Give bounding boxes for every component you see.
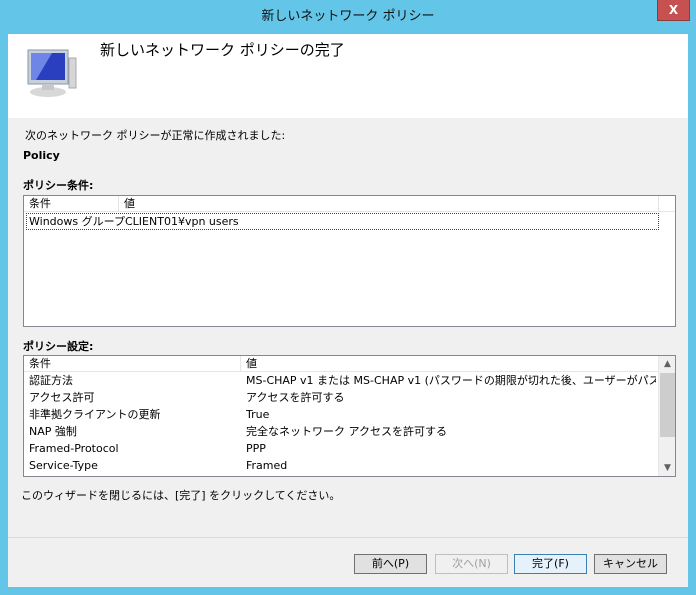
close-hint: このウィザードを閉じるには、[完了] をクリックしてください。 [21, 489, 341, 502]
table-row[interactable]: Service-Type Framed [24, 458, 659, 475]
list-header: 条件 値 [24, 196, 675, 212]
cell-value: MS-CHAP v1 または MS-CHAP v1 (パスワードの期限が切れた後… [246, 374, 656, 387]
cell-condition: 非準拠クライアントの更新 [29, 408, 161, 421]
page-title: 新しいネットワーク ポリシーの完了 [100, 41, 345, 59]
divider [8, 537, 688, 538]
cancel-button[interactable]: キャンセル [594, 554, 667, 574]
settings-list[interactable]: 条件 値 認証方法 MS-CHAP v1 または MS-CHAP v1 (パスワー… [23, 355, 676, 477]
settings-label: ポリシー設定: [23, 340, 94, 353]
next-button[interactable]: 次へ(N) [435, 554, 508, 574]
column-header-condition[interactable]: 条件 [29, 196, 51, 212]
cell-condition: Windows グループ [29, 215, 125, 228]
column-header-value[interactable]: 値 [246, 356, 257, 372]
table-row[interactable]: 認証方法 MS-CHAP v1 または MS-CHAP v1 (パスワードの期限が… [24, 373, 659, 390]
wizard-client: 新しいネットワーク ポリシーの完了 次のネットワーク ポリシーが正常に作成されま… [8, 34, 688, 587]
table-row[interactable]: NAP 強制 完全なネットワーク アクセスを許可する [24, 424, 659, 441]
scroll-up-icon[interactable]: ▲ [659, 356, 676, 372]
scroll-down-icon[interactable]: ▼ [659, 460, 676, 476]
list-header: 条件 値 [24, 356, 659, 372]
cell-condition: NAP 強制 [29, 425, 77, 438]
success-message: 次のネットワーク ポリシーが正常に作成されました: [25, 129, 286, 142]
cell-condition: Framed-Protocol [29, 442, 119, 455]
table-row[interactable]: Framed-Protocol PPP [24, 441, 659, 458]
close-button[interactable]: X [657, 0, 690, 21]
cell-condition: アクセス許可 [29, 391, 95, 404]
cell-value: 完全なネットワーク アクセスを許可する [246, 425, 447, 438]
back-button[interactable]: 前へ(P) [354, 554, 427, 574]
cell-value: CLIENT01¥vpn users [125, 215, 239, 228]
window-title: 新しいネットワーク ポリシー [261, 9, 435, 24]
column-header-condition[interactable]: 条件 [29, 356, 51, 372]
table-row[interactable]: 非準拠クライアントの更新 True [24, 407, 659, 424]
cell-value: Framed [246, 459, 288, 472]
wizard-header: 新しいネットワーク ポリシーの完了 [8, 34, 688, 118]
policy-name: Policy [23, 149, 60, 162]
computer-monitor-icon [27, 49, 77, 97]
conditions-list[interactable]: 条件 値 Windows グループ CLIENT01¥vpn users [23, 195, 676, 327]
scrollbar-thumb[interactable] [660, 373, 675, 437]
vertical-scrollbar[interactable]: ▲ ▼ [658, 356, 675, 476]
table-row[interactable]: アクセス許可 アクセスを許可する [24, 390, 659, 407]
cell-value: PPP [246, 442, 266, 455]
column-header-value[interactable]: 値 [124, 196, 135, 212]
table-row[interactable]: Windows グループ CLIENT01¥vpn users [26, 213, 659, 230]
conditions-label: ポリシー条件: [23, 179, 94, 192]
cell-value: True [246, 408, 270, 421]
cell-value: アクセスを許可する [246, 391, 345, 404]
finish-button[interactable]: 完了(F) [514, 554, 587, 574]
cell-condition: Service-Type [29, 459, 98, 472]
cell-condition: 認証方法 [29, 374, 73, 387]
